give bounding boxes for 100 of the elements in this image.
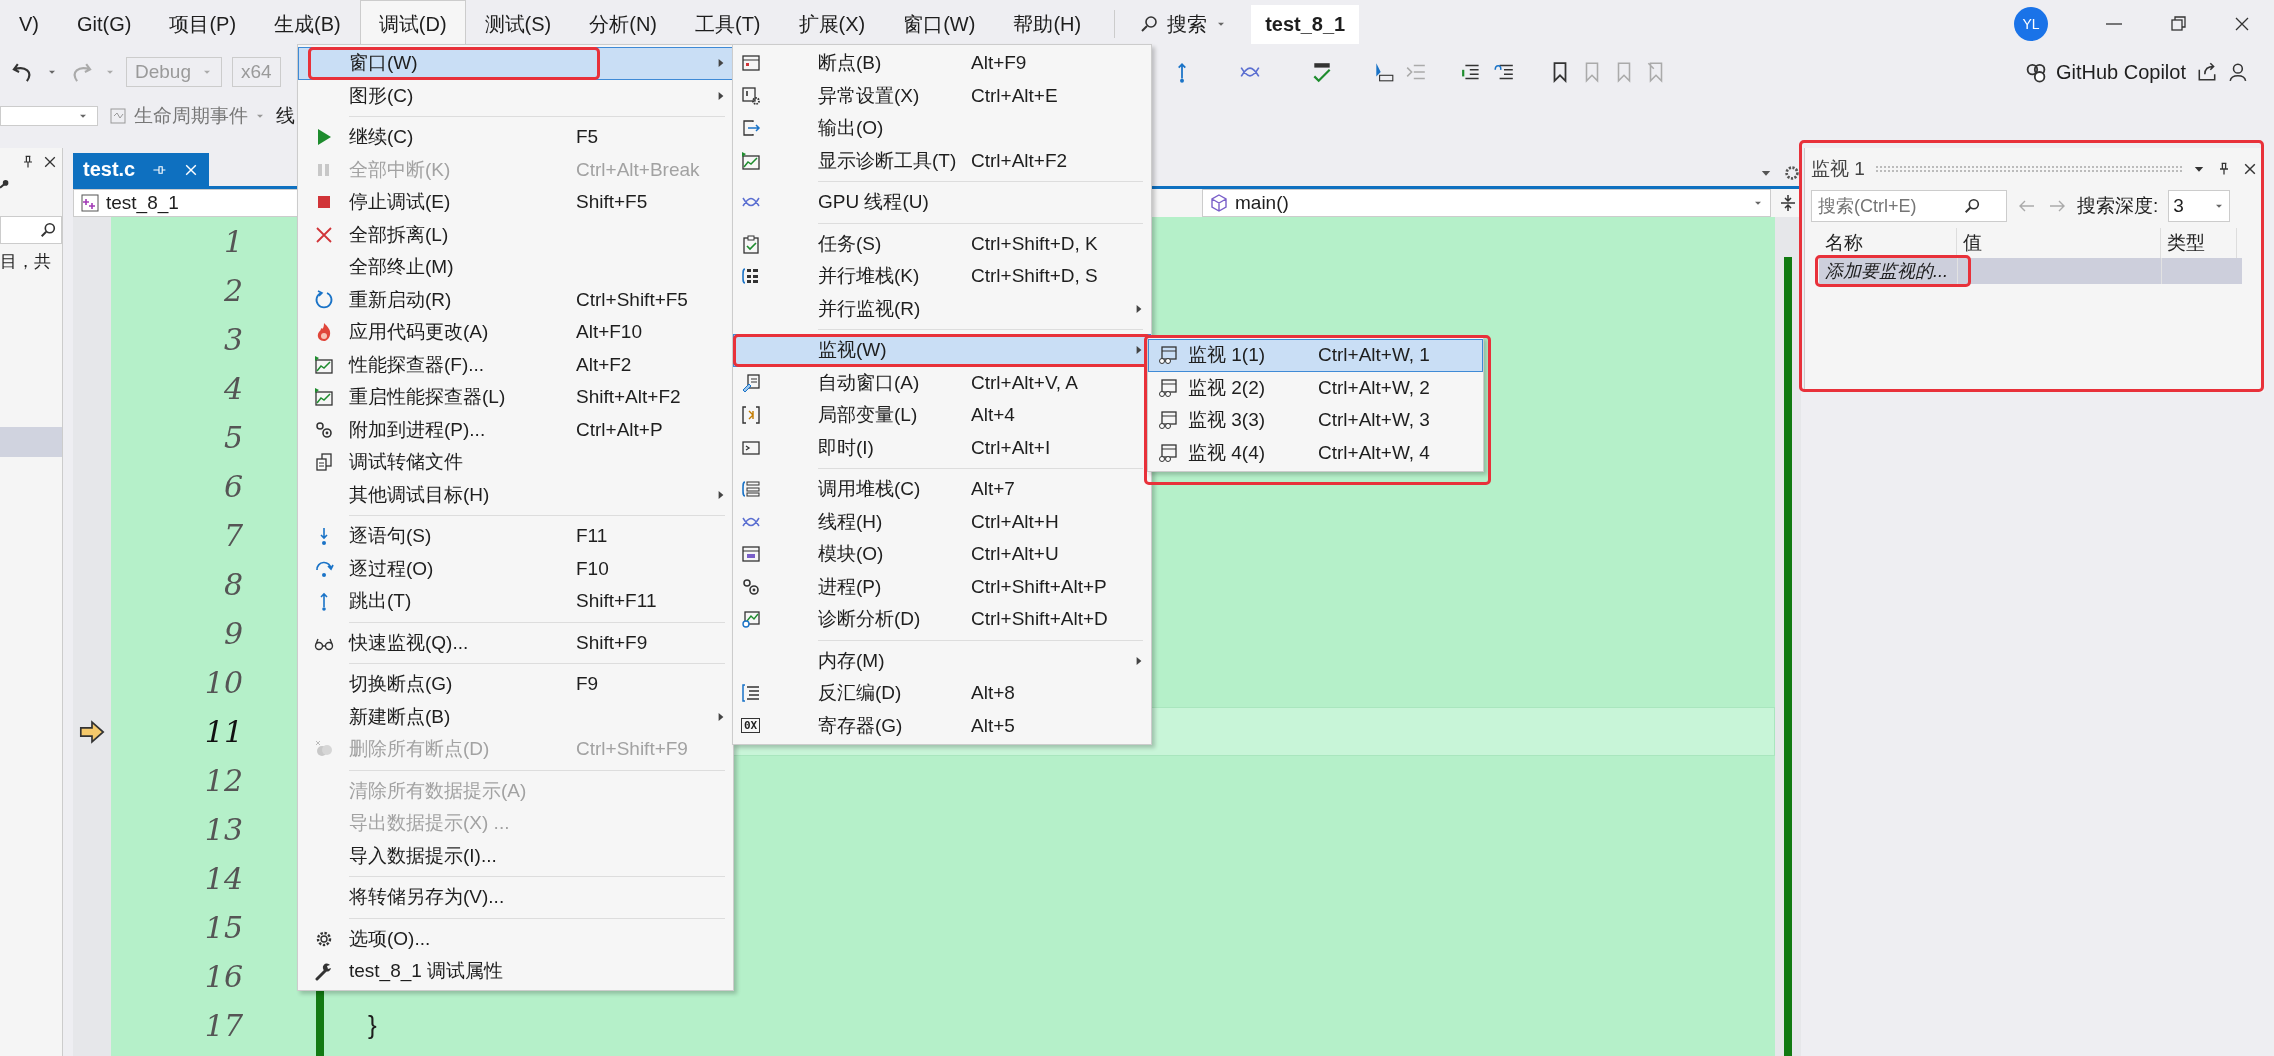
watch-window-icon	[1158, 410, 1178, 431]
submenu-arrow-icon	[717, 58, 725, 69]
panel-text: 目，共	[0, 251, 52, 273]
menu-item[interactable]: 并行堆栈(K) Ctrl+Shift+D, S	[733, 260, 1151, 293]
menu-item[interactable]: 切换断点(G) F9	[298, 668, 733, 701]
menu-item[interactable]: 全部终止(M)	[298, 251, 733, 284]
module-icon	[741, 544, 761, 565]
editor-tab[interactable]: test.c	[73, 153, 210, 186]
submenu-arrow-icon	[1135, 655, 1143, 666]
restart-icon	[313, 289, 334, 310]
menu-item[interactable]: 选项(O)...	[298, 922, 733, 955]
document-icon	[313, 452, 334, 473]
lifecycle-events-button[interactable]: 生命周期事件	[108, 103, 266, 129]
menu-bar-item[interactable]: 项目(P)	[150, 0, 256, 49]
menu-item[interactable]: 重新启动(R) Ctrl+Shift+F5	[298, 283, 733, 316]
menu-item[interactable]: 监视 3(3) Ctrl+Alt+W, 3	[1148, 404, 1483, 437]
menu-item[interactable]: 调用堆栈(C) Alt+7	[733, 473, 1151, 506]
line-number: 2	[222, 272, 243, 310]
menu-item[interactable]: 附加到进程(P)... Ctrl+Alt+P	[298, 413, 733, 446]
menu-item[interactable]: 监视 2(2) Ctrl+Alt+W, 2	[1148, 371, 1483, 404]
search-field[interactable]	[0, 216, 62, 244]
menu-item[interactable]: 线程(H) Ctrl+Alt+H	[733, 505, 1151, 538]
menu-item[interactable]: 将转储另存为(V)...	[298, 881, 733, 914]
menu-item[interactable]: 模块(O) Ctrl+Alt+U	[733, 538, 1151, 571]
line-number: 15	[203, 909, 243, 947]
close-icon	[2242, 161, 2258, 177]
line-number: 11	[203, 713, 243, 751]
menu-item[interactable]: 进程(P) Ctrl+Shift+Alt+P	[733, 570, 1151, 603]
menu-item[interactable]: 显示诊断工具(T) Ctrl+Alt+F2	[733, 144, 1151, 177]
menu-item[interactable]: 全部拆离(L)	[298, 218, 733, 251]
line-number: 9	[222, 615, 243, 653]
menu-item[interactable]: 并行监视(R)	[733, 292, 1151, 325]
menu-item[interactable]: 调试转储文件	[298, 446, 733, 479]
split-icon	[1778, 193, 1798, 213]
menu-item[interactable]: 诊断分析(D) Ctrl+Shift+Alt+D	[733, 603, 1151, 636]
menu-item[interactable]: 监视 4(4) Ctrl+Alt+W, 4	[1148, 436, 1483, 469]
menu-item[interactable]: 导入数据提示(I)...	[298, 839, 733, 872]
search-button[interactable]: 搜索	[1129, 4, 1238, 44]
menu-item[interactable]: 异常设置(X) Ctrl+Alt+E	[733, 79, 1151, 112]
line-number: 3	[222, 321, 243, 359]
search-icon	[1963, 197, 1981, 215]
line-number: 1	[222, 223, 243, 261]
submenu-arrow-icon	[1135, 345, 1143, 356]
scrollbar[interactable]	[1775, 217, 1801, 1056]
menu-item[interactable]: 停止调试(E) Shift+F5	[298, 186, 733, 219]
menu-item[interactable]: 应用代码更改(A) Alt+F10	[298, 316, 733, 349]
diagnostics-icon	[741, 609, 761, 630]
line-number: 16	[203, 958, 243, 996]
menu-item[interactable]: 逐语句(S) F11	[298, 520, 733, 553]
panel-title: 监视 1	[1811, 157, 1865, 181]
minimize-icon	[2106, 23, 2122, 25]
menu-bar-item[interactable]: V)	[0, 1, 58, 47]
menu-item[interactable]: GPU 线程(U)	[733, 186, 1151, 219]
window-icon	[741, 53, 761, 74]
code-text: }	[368, 1010, 377, 1041]
menu-item[interactable]: 监视 1(1) Ctrl+Alt+W, 1	[1148, 339, 1483, 372]
dropdown-field[interactable]	[0, 106, 98, 126]
restore-icon	[2168, 14, 2188, 34]
lifecycle-icon	[108, 106, 128, 126]
menu-item[interactable]: 新建断点(B)	[298, 700, 733, 733]
account-avatar[interactable]: YL	[2014, 7, 2048, 41]
search-icon	[39, 221, 57, 239]
line-number: 5	[222, 419, 243, 457]
menu-item[interactable]: 输出(O)	[733, 112, 1151, 145]
menu-item[interactable]: 窗口(W)	[298, 47, 733, 80]
menu-item[interactable]: 内存(M)	[733, 644, 1151, 677]
menu-item[interactable]: 逐过程(O) F10	[298, 552, 733, 585]
cube-icon	[1209, 193, 1229, 213]
copilot-button[interactable]: GitHub Copilot	[2023, 60, 2186, 84]
output-icon	[741, 118, 761, 139]
menu-item[interactable]: 重启性能探查器(L) Shift+Alt+F2	[298, 381, 733, 414]
gears-icon	[313, 419, 334, 440]
share-icon	[2196, 61, 2218, 83]
menu-item[interactable]: 断点(B) Alt+F9	[733, 47, 1151, 80]
brackets-icon	[741, 405, 761, 426]
menu-item[interactable]: 图形(C)	[298, 79, 733, 112]
menu-item[interactable]: 任务(S) Ctrl+Shift+D, K	[733, 227, 1151, 260]
depth-dropdown[interactable]: 3	[2168, 190, 2231, 222]
search-field[interactable]: 搜索(Ctrl+E)	[1811, 190, 2007, 222]
stack-icon	[741, 266, 761, 287]
line-number: 14	[203, 860, 243, 898]
menu-item[interactable]: test_8_1 调试属性	[298, 955, 733, 988]
menu-item[interactable]: 监视(W)	[733, 334, 1151, 367]
line-number: 13	[203, 811, 243, 849]
call-stack-icon	[741, 479, 761, 500]
menu-item[interactable]: 继续(C) F5	[298, 121, 733, 154]
submenu-arrow-icon	[1135, 303, 1143, 314]
menu-item[interactable]: 其他调试目标(H)	[298, 478, 733, 511]
submenu-arrow-icon	[717, 711, 725, 722]
gears-icon	[741, 576, 761, 597]
menu-item[interactable]: 快速监视(Q)... Shift+F9	[298, 626, 733, 659]
line-number: 4	[222, 370, 243, 408]
menu-item[interactable]: 性能探查器(F)... Alt+F2	[298, 348, 733, 381]
menu-bar-item[interactable]: Git(G)	[58, 1, 151, 47]
menu-item[interactable]: 跳出(T) Shift+F11	[298, 585, 733, 618]
function-dropdown[interactable]: main()	[1202, 189, 1771, 217]
project-icon	[80, 193, 100, 213]
menu-item[interactable]: 0X 寄存器(G) Alt+5	[733, 709, 1151, 742]
menu-item[interactable]: 反汇编(D) Alt+8	[733, 677, 1151, 710]
submenu-arrow-icon	[717, 489, 725, 500]
